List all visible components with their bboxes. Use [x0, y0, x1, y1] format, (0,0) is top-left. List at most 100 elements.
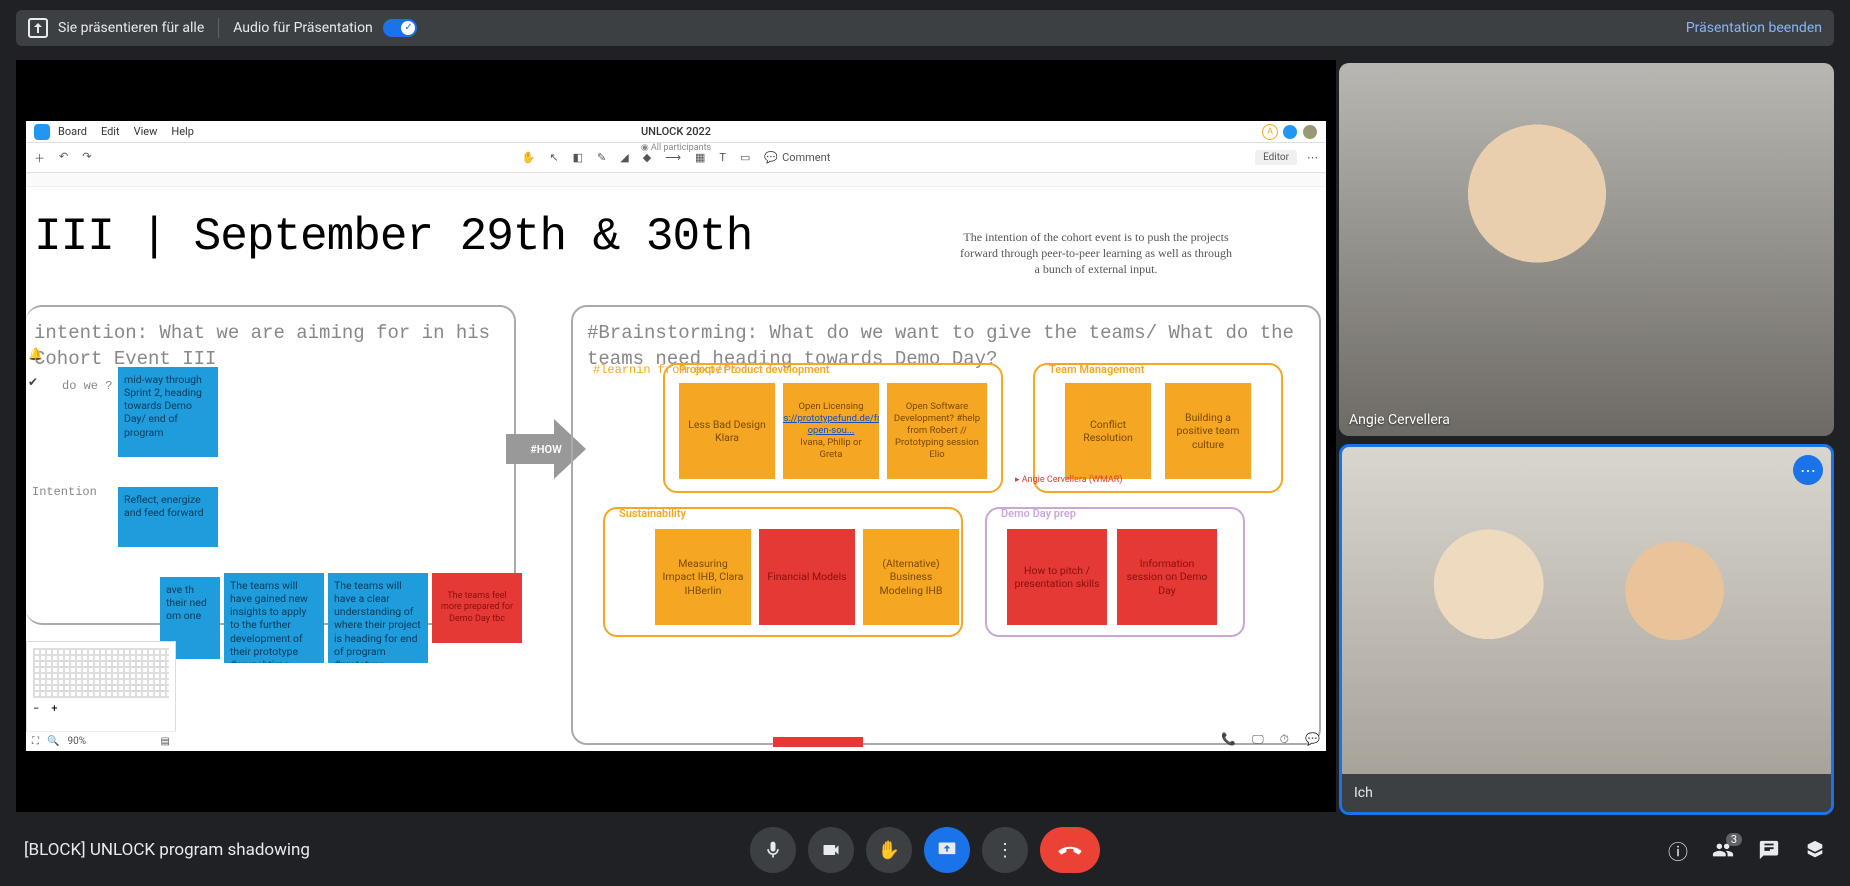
question-fragment: do we ?: [62, 379, 112, 395]
add-icon[interactable]: ＋: [34, 150, 45, 166]
display-icon[interactable]: 🖵: [1252, 732, 1264, 747]
stop-presenting-button[interactable]: Präsentation beenden: [1686, 20, 1822, 36]
app-toolbar: ＋ ↶ ↷ ✋ ↖ ◧ ✎ ◢ ◆ ⟶ ▦ T ▭ 💬 Comment Edit…: [26, 143, 1326, 173]
sticky-note[interactable]: Less Bad Design Klara: [679, 383, 775, 479]
mic-button[interactable]: [750, 827, 796, 873]
sticky-note[interactable]: Reflect, energize and feed forward: [118, 487, 218, 547]
menu-edit[interactable]: Edit: [101, 125, 120, 138]
menu-help[interactable]: Help: [171, 125, 194, 138]
timer-icon[interactable]: ⏱: [1280, 732, 1289, 747]
frame-tool-icon[interactable]: ▭: [740, 151, 750, 164]
eraser-tool-icon[interactable]: ◧: [573, 151, 583, 164]
sticky-note[interactable]: Conflict Resolution: [1065, 383, 1151, 479]
audio-toggle[interactable]: ✓: [383, 19, 417, 37]
sticky-note[interactable]: Open Software Development? #help from Ro…: [887, 383, 987, 479]
self-label-bar: Ich: [1342, 774, 1831, 812]
sticky-note[interactable]: Information session on Demo Day: [1117, 529, 1217, 625]
more-icon[interactable]: ⋯: [1307, 151, 1318, 164]
sticky-note[interactable]: The teams will have a clear understandin…: [328, 573, 428, 663]
avatar-a-icon: A: [1262, 124, 1278, 140]
connector-tool-icon[interactable]: ⟶: [665, 151, 681, 164]
raise-hand-button[interactable]: ✋: [866, 827, 912, 873]
bell-icon[interactable]: 🔔: [28, 347, 43, 361]
group-label: Project / Product development: [677, 363, 831, 376]
redo-icon[interactable]: ↷: [82, 150, 91, 166]
sticky-note[interactable]: The teams will have gained new insights …: [224, 573, 324, 663]
pointer-tool-icon[interactable]: ↖: [549, 151, 558, 164]
brainstorm-box: #Brainstorming: What do we want to give …: [571, 305, 1321, 745]
avatar-photo-icon: [1302, 124, 1318, 140]
layers-icon[interactable]: ▤: [161, 736, 170, 747]
canvas-bottom-icons: 📞 🖵 ⏱ 💬: [1221, 732, 1320, 747]
undo-icon[interactable]: ↶: [59, 150, 68, 166]
sticky-note[interactable]: Open Licensing https://prototypefund.de/…: [783, 383, 879, 479]
participant-avatars[interactable]: A: [1262, 124, 1318, 140]
left-tool-rail: 🔔 ✔: [28, 347, 43, 389]
hand-tool-icon[interactable]: ✋: [522, 151, 536, 164]
zoom-value: 90%: [67, 736, 86, 747]
video-panel: Angie Cervellera ⋯ Ich: [1339, 63, 1834, 823]
more-options-button[interactable]: ⋮: [982, 827, 1028, 873]
board-title: UNLOCK 2022: [641, 125, 711, 138]
shape-tool-icon[interactable]: ◆: [643, 151, 651, 164]
sticky-note[interactable]: mid-way through Sprint 2, heading toward…: [118, 367, 218, 457]
participant-count-badge: 3: [1726, 833, 1742, 846]
comment-button[interactable]: 💬 Comment: [764, 151, 830, 164]
zoom-out-icon[interactable]: −: [33, 702, 39, 715]
check-icon[interactable]: ✔: [28, 375, 43, 389]
sticky-tool-icon[interactable]: ▦: [695, 151, 705, 164]
mode-editor-badge[interactable]: Editor: [1255, 150, 1297, 165]
info-icon[interactable]: ⓘ: [1668, 836, 1688, 865]
presenting-label: Sie präsentieren für alle: [58, 20, 204, 36]
zoom-in-icon[interactable]: +: [51, 702, 57, 715]
search-zoom-icon[interactable]: 🔍: [47, 736, 59, 747]
divider: [218, 18, 219, 38]
people-button[interactable]: 3: [1712, 839, 1734, 861]
fit-icon[interactable]: ⛶: [32, 736, 39, 747]
chat-icon[interactable]: 💬: [1305, 732, 1320, 747]
sticky-note[interactable]: Measuring Impact IHB, Clara IHBerlin: [655, 529, 751, 625]
shared-slide: Board Edit View Help UNLOCK 2022 A ◉ All…: [26, 121, 1326, 751]
pen-tool-icon[interactable]: ✎: [597, 151, 606, 164]
participant-video-tile[interactable]: Angie Cervellera: [1339, 63, 1834, 436]
phone-icon[interactable]: 📞: [1221, 732, 1236, 747]
video-placeholder: [1342, 447, 1831, 774]
sticky-note[interactable]: Building a positive team culture: [1165, 383, 1251, 479]
presentation-stage: Board Edit View Help UNLOCK 2022 A ◉ All…: [16, 60, 1336, 812]
group-team-mgmt: Team Management Conflict Resolution Buil…: [1033, 363, 1283, 493]
sticky-note-partial[interactable]: [773, 737, 863, 747]
avatar-icon: [1282, 124, 1298, 140]
end-call-button[interactable]: [1040, 827, 1100, 873]
sticky-note[interactable]: Financial Models: [759, 529, 855, 625]
text-tool-icon[interactable]: T: [719, 151, 726, 164]
presentation-top-bar: Sie präsentieren für alle Audio für Präs…: [16, 10, 1834, 46]
menu-view[interactable]: View: [134, 125, 158, 138]
sticky-note[interactable]: (Alternative) Business Modeling IHB: [863, 529, 959, 625]
right-actions: ⓘ 3: [1668, 836, 1826, 865]
chat-button[interactable]: [1758, 839, 1780, 861]
highlighter-tool-icon[interactable]: ◢: [620, 151, 628, 164]
link-text[interactable]: https://prototypefund.de/freie-open-sou.…: [783, 413, 879, 437]
minimap-preview: [33, 648, 169, 698]
self-video-tile[interactable]: ⋯ Ich: [1339, 444, 1834, 815]
activities-button[interactable]: [1804, 839, 1826, 861]
video-placeholder: [1339, 63, 1834, 436]
participant-name: Angie Cervellera: [1349, 412, 1450, 428]
tile-more-icon[interactable]: ⋯: [1793, 455, 1823, 485]
section-heading: III | September 29th & 30th: [34, 211, 752, 263]
remote-cursor-label: ▸ Angie Cervellera (WMAR): [1015, 475, 1122, 485]
canvas[interactable]: III | September 29th & 30th The intentio…: [26, 187, 1326, 751]
group-sustainability: Sustainability Measuring Impact IHB, Cla…: [603, 507, 963, 637]
intention-label: Intention: [32, 485, 97, 499]
menu-board[interactable]: Board: [58, 125, 87, 138]
share-screen-icon: [28, 18, 48, 38]
sticky-note[interactable]: The teams feel more prepared for Demo Da…: [432, 573, 522, 643]
app-logo-icon: [34, 124, 50, 140]
self-name: Ich: [1354, 785, 1373, 801]
camera-button[interactable]: [808, 827, 854, 873]
meeting-title: [BLOCK] UNLOCK program shadowing: [24, 840, 310, 860]
intention-paragraph: The intention of the cohort event is to …: [956, 229, 1236, 278]
present-button[interactable]: [924, 827, 970, 873]
sticky-note[interactable]: How to pitch / presentation skills: [1007, 529, 1107, 625]
group-label: Sustainability: [617, 507, 688, 520]
